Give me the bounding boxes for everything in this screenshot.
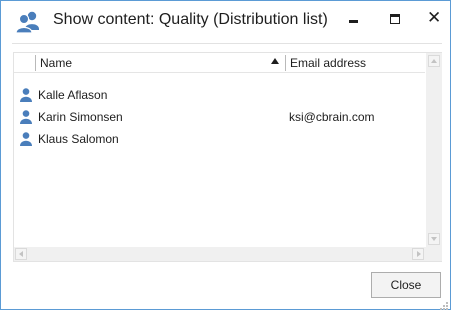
maximize-button[interactable]	[380, 7, 410, 33]
maximize-icon	[390, 14, 400, 24]
title-bar[interactable]: Show content: Quality (Distribution list…	[1, 1, 450, 41]
arrow-left-icon	[19, 251, 23, 257]
column-header-name[interactable]: Name	[40, 56, 72, 70]
column-divider[interactable]	[35, 55, 36, 71]
list-header: Name Email address	[14, 53, 425, 73]
minimize-button[interactable]	[339, 7, 369, 33]
users-group-icon	[15, 10, 41, 34]
vertical-scrollbar[interactable]	[426, 53, 442, 247]
title-divider	[12, 43, 442, 44]
person-icon	[20, 88, 32, 102]
column-header-email[interactable]: Email address	[290, 56, 366, 70]
list-item[interactable]: Kalle Aflason	[14, 85, 425, 107]
sort-ascending-icon	[271, 58, 279, 64]
arrow-down-icon	[431, 237, 437, 241]
close-window-button[interactable]: ✕	[419, 7, 449, 33]
member-name: Klaus Salomon	[38, 132, 119, 146]
scrollbar-corner	[426, 247, 442, 261]
horizontal-scrollbar[interactable]	[14, 247, 426, 261]
arrow-right-icon	[417, 251, 421, 257]
member-name: Karin Simonsen	[38, 110, 123, 124]
close-icon: ✕	[427, 8, 442, 27]
resize-grip-icon[interactable]	[439, 298, 449, 310]
arrow-up-icon	[431, 59, 437, 63]
dialog-window: Show content: Quality (Distribution list…	[0, 0, 451, 310]
list-item[interactable]: Karin Simonsen ksi@cbrain.com	[14, 107, 425, 129]
scroll-left-button[interactable]	[15, 248, 27, 260]
person-icon	[20, 110, 32, 124]
minimize-icon	[349, 20, 358, 23]
scroll-right-button[interactable]	[412, 248, 424, 260]
scroll-up-button[interactable]	[428, 55, 440, 67]
column-divider[interactable]	[285, 55, 286, 71]
members-list[interactable]: Name Email address Kalle Aflason Karin S…	[13, 52, 442, 262]
member-email: ksi@cbrain.com	[289, 110, 375, 124]
close-button[interactable]: Close	[371, 272, 441, 298]
member-name: Kalle Aflason	[38, 88, 108, 102]
scroll-down-button[interactable]	[428, 233, 440, 245]
list-item[interactable]: Klaus Salomon	[14, 129, 425, 151]
window-title: Show content: Quality (Distribution list…	[53, 11, 328, 28]
list-rows: Kalle Aflason Karin Simonsen ksi@cbrain.…	[14, 85, 425, 151]
person-icon	[20, 132, 32, 146]
